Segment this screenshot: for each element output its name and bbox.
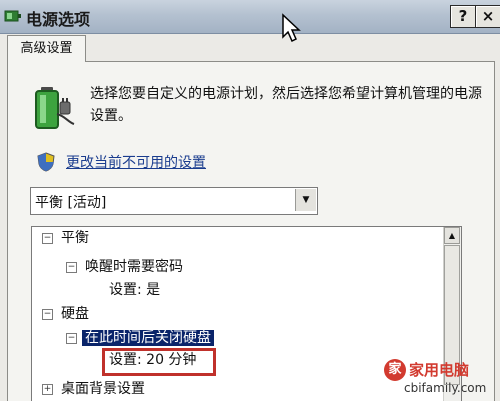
power-options-window: 电源选项 ? × 高级设置 选择您要自定义的电源计划，然后选择您希望计算机管理的…	[0, 0, 500, 401]
tree-item-desktop-background[interactable]: 桌面背景设置	[61, 378, 145, 400]
mouse-pointer-icon	[282, 13, 301, 43]
collapse-icon[interactable]: −	[42, 233, 53, 244]
power-options-icon	[4, 10, 21, 22]
power-plan-select[interactable]: 平衡 [活动] ▼	[30, 187, 318, 215]
scroll-up-arrow-icon[interactable]: ▲	[444, 227, 460, 244]
collapse-icon[interactable]: −	[42, 309, 53, 320]
tree-item-turn-off-disk-row: 在此时间后关闭硬盘	[82, 327, 214, 349]
tree-item-turn-off-disk[interactable]: 在此时间后关闭硬盘	[82, 330, 214, 346]
power-plan-value: 平衡 [活动]	[35, 195, 107, 211]
tree-item-balanced[interactable]: 平衡	[61, 227, 89, 249]
tree-item-hard-disk[interactable]: 硬盘	[61, 303, 89, 325]
title-bar[interactable]: 电源选项 ? ×	[0, 0, 500, 34]
chevron-down-icon[interactable]: ▼	[295, 189, 316, 211]
collapse-icon[interactable]: −	[66, 333, 77, 344]
uac-shield-icon	[37, 152, 55, 172]
help-button[interactable]: ?	[450, 5, 476, 28]
tab-advanced-settings[interactable]: 高级设置	[7, 35, 86, 62]
highlight-box	[102, 348, 216, 376]
expand-icon[interactable]: +	[42, 384, 53, 395]
watermark-url: cbifamily.com	[404, 381, 487, 395]
tree-item-require-password[interactable]: 唤醒时需要密码	[85, 256, 183, 278]
collapse-icon[interactable]: −	[66, 262, 77, 273]
watermark-name: 家用电脑	[409, 361, 470, 379]
window-title: 电源选项	[26, 10, 91, 29]
close-button[interactable]: ×	[475, 5, 500, 28]
description-text: 选择您要自定义的电源计划，然后选择您希望计算机管理的电源设置。	[90, 86, 482, 124]
tree-setting-password-value[interactable]: 设置: 是	[109, 279, 160, 301]
watermark: 家 家用电脑 cbifamily.com	[384, 355, 500, 401]
change-unavailable-settings-link[interactable]: 更改当前不可用的设置	[66, 152, 206, 172]
battery-plan-icon	[35, 87, 75, 129]
watermark-logo-icon: 家	[384, 359, 406, 381]
